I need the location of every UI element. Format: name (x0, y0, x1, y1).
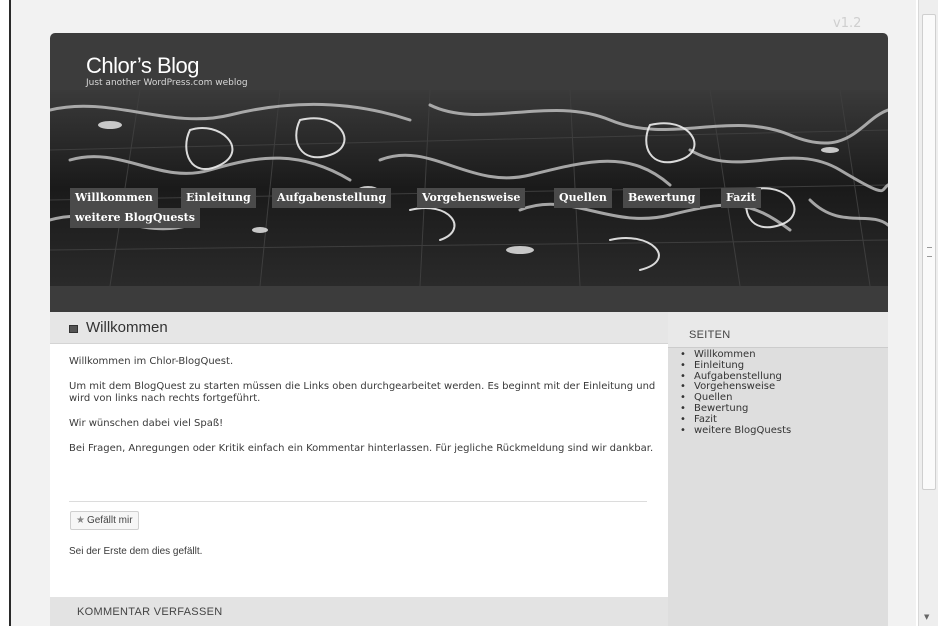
sidebar-header: SEITEN (668, 312, 888, 348)
sidebar-item-fazit[interactable]: Fazit (680, 414, 791, 426)
vertical-scrollbar[interactable]: ▼ (918, 0, 938, 626)
theme-version-label: v1.2 (833, 16, 862, 31)
sidebar-title: SEITEN (689, 329, 731, 341)
nav-item-weitere-blogquests[interactable]: weitere BlogQuests (70, 208, 200, 228)
nav-item-vorgehensweise[interactable]: Vorgehensweise (417, 188, 526, 208)
sidebar: SEITEN Willkommen Einleitung Aufgabenste… (668, 312, 888, 626)
scrollbar-thumb[interactable] (922, 14, 936, 490)
nav-item-einleitung[interactable]: Einleitung (181, 188, 256, 208)
comment-section-header: KOMMENTAR VERFASSEN (50, 597, 668, 626)
nav-item-aufgabenstellung[interactable]: Aufgabenstellung (272, 188, 392, 208)
blog-title[interactable]: Chlor’s Blog (86, 53, 200, 79)
sidebar-page-list: Willkommen Einleitung Aufgabenstellung V… (680, 349, 791, 437)
post-header: Willkommen (50, 312, 668, 344)
nav-item-willkommen[interactable]: Willkommen (70, 188, 158, 208)
post-title[interactable]: Willkommen (86, 319, 168, 336)
nav-item-fazit[interactable]: Fazit (721, 188, 761, 208)
post-icon (69, 325, 78, 333)
nav-item-quellen[interactable]: Quellen (554, 188, 612, 208)
like-button-label: Gefällt mir (86, 515, 133, 526)
post-content-area: Willkommen Willkommen im Chlor-BlogQuest… (50, 312, 668, 626)
blog-tagline: Just another WordPress.com weblog (86, 78, 248, 88)
post-divider (69, 501, 647, 502)
post-paragraph: Wir wünschen dabei viel Spaß! (69, 418, 224, 429)
like-note: Sei der Erste dem dies gefällt. (69, 546, 203, 557)
comment-heading: KOMMENTAR VERFASSEN (77, 606, 223, 618)
like-button[interactable]: ★ Gefällt mir (70, 511, 139, 530)
scroll-down-arrow-icon[interactable]: ▼ (924, 613, 929, 621)
scrollbar-grip-icon (927, 247, 932, 257)
nav-item-bewertung[interactable]: Bewertung (623, 188, 701, 208)
post-paragraph: Um mit dem BlogQuest zu starten müssen d… (69, 381, 656, 404)
sidebar-item-weitere-blogquests[interactable]: weitere BlogQuests (680, 425, 791, 437)
star-icon: ★ (76, 515, 85, 526)
blog-frame: Chlor’s Blog Just another WordPress.com … (50, 33, 888, 626)
post-body: Willkommen im Chlor-BlogQuest. Um mit de… (69, 356, 659, 468)
post-paragraph: Bei Fragen, Anregungen oder Kritik einfa… (69, 443, 654, 454)
post-paragraph: Willkommen im Chlor-BlogQuest. (69, 356, 234, 367)
sidebar-item-einleitung[interactable]: Einleitung (680, 360, 791, 372)
